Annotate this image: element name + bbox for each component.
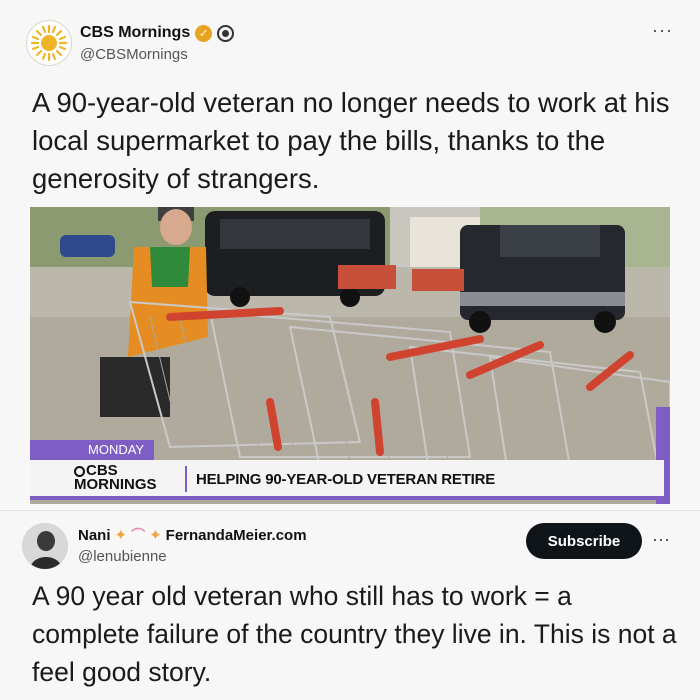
more-options-icon[interactable]: ··· <box>652 20 673 41</box>
quote-author-name[interactable]: Nani <box>78 527 111 544</box>
lower-third-banner: CBS MORNINGS HELPING 90-YEAR-OLD VETERAN… <box>30 460 664 500</box>
day-label: MONDAY <box>30 440 154 460</box>
verified-badge-icon: ✓ <box>195 24 213 42</box>
cbs-eye-icon <box>74 465 85 477</box>
bow-icon: ⌒ <box>131 527 146 543</box>
tweet-media-image[interactable]: MONDAY CBS MORNINGS HELPING 90-YEAR-OLD … <box>30 207 670 504</box>
cbs-sun-logo-icon[interactable] <box>26 20 72 66</box>
quote-tweet-card: Nani ✦ ⌒ ✦ FernandaMeier.com @lenubienne… <box>0 510 700 700</box>
quote-author-row[interactable]: Nani ✦ ⌒ ✦ FernandaMeier.com <box>78 525 307 545</box>
author-handle[interactable]: @CBSMornings <box>80 46 188 63</box>
author-name-row[interactable]: CBS Mornings ✓ <box>80 24 235 42</box>
quote-author-handle[interactable]: @lenubienne <box>78 548 167 565</box>
cbs-eye-icon <box>217 24 235 42</box>
show-logo: CBS MORNINGS <box>74 463 157 493</box>
show-logo-bottom: MORNINGS <box>74 476 157 493</box>
author-name[interactable]: CBS Mornings <box>80 24 190 42</box>
quote-tweet-text: A 90 year old veteran who still has to w… <box>32 581 677 687</box>
sparkle-icon: ✦ <box>114 527 128 544</box>
quote-author-site[interactable]: FernandaMeier.com <box>166 527 307 544</box>
tweet-text: A 90-year-old veteran no longer needs to… <box>32 87 670 194</box>
tweet-card: CBS Mornings ✓ @CBSMornings ··· A 90-yea… <box>0 0 700 510</box>
more-options-icon[interactable]: ··· <box>652 529 670 550</box>
subscribe-button[interactable]: Subscribe <box>526 523 642 559</box>
avatar[interactable] <box>22 523 68 569</box>
banner-divider <box>185 466 187 492</box>
banner-headline: HELPING 90-YEAR-OLD VETERAN RETIRE <box>196 471 496 488</box>
sparkle-icon: ✦ <box>149 527 162 544</box>
